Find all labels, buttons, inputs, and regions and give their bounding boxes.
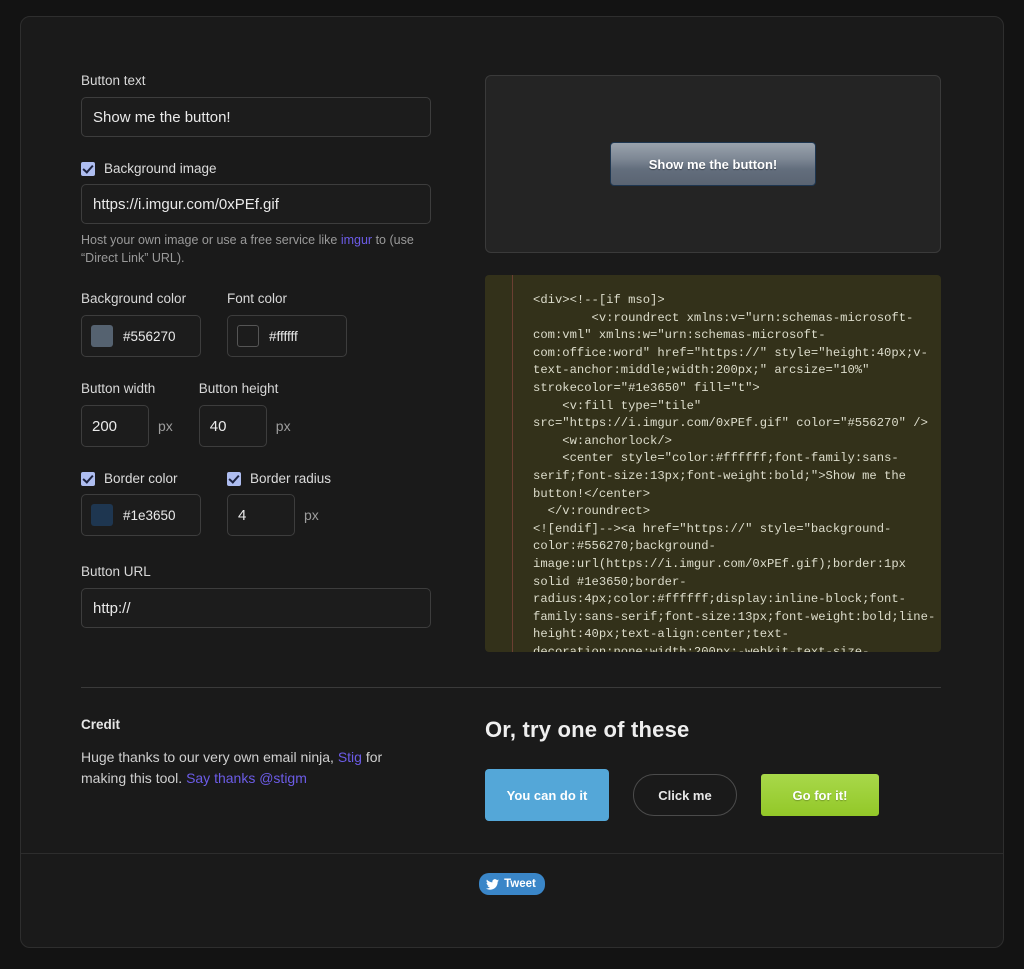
button-url-label: Button URL: [81, 564, 453, 580]
button-width-input[interactable]: 200: [81, 405, 149, 447]
example-button-go-for-it[interactable]: Go for it!: [761, 774, 879, 816]
button-height-input[interactable]: 40: [199, 405, 267, 447]
colors-row: Background color #556270 Font color #fff…: [81, 291, 453, 357]
try-these-title: Or, try one of these: [485, 717, 941, 743]
checkbox-checked-icon[interactable]: [81, 162, 95, 176]
font-color-swatch[interactable]: [237, 325, 259, 347]
background-image-checkbox-row[interactable]: Background image: [81, 161, 453, 176]
button-text-input[interactable]: Show me the button!: [81, 97, 431, 137]
button-settings-form: Button text Show me the button! Backgrou…: [81, 73, 453, 628]
tweet-footer: Tweet: [21, 873, 1003, 895]
border-row: Border color #1e3650 Border radius 4 px: [81, 471, 453, 536]
border-color-checkbox-row[interactable]: Border color: [81, 471, 201, 486]
border-radius-label: Border radius: [250, 471, 331, 486]
main-area: Button text Show me the button! Backgrou…: [21, 17, 1003, 947]
help-prefix: Host your own image or use a free servic…: [81, 233, 341, 247]
tweet-button[interactable]: Tweet: [479, 873, 545, 895]
app-window: Button text Show me the button! Backgrou…: [20, 16, 1004, 948]
background-color-input[interactable]: #556270: [81, 315, 201, 357]
button-text-label: Button text: [81, 73, 453, 89]
font-color-group: Font color #ffffff: [227, 291, 347, 357]
button-url-group: Button URL http://: [81, 564, 453, 628]
preview-button[interactable]: Show me the button!: [610, 142, 816, 186]
code-output-panel[interactable]: <div><!--[if mso]> <v:roundrect xmlns:v=…: [485, 275, 941, 652]
font-color-input[interactable]: #ffffff: [227, 315, 347, 357]
font-color-label: Font color: [227, 291, 347, 307]
font-color-value: #ffffff: [269, 329, 298, 344]
button-width-label: Button width: [81, 381, 173, 397]
checkbox-checked-icon[interactable]: [227, 472, 241, 486]
tweet-button-label: Tweet: [504, 878, 536, 890]
example-button-you-can-do-it[interactable]: You can do it: [485, 769, 609, 821]
credit-block: Credit Huge thanks to our very own email…: [81, 717, 411, 789]
background-image-label: Background image: [104, 161, 217, 176]
stig-link[interactable]: Stig: [338, 749, 362, 765]
border-color-value: #1e3650: [123, 508, 176, 523]
border-radius-field: 4 px: [227, 494, 331, 536]
credit-title: Credit: [81, 717, 411, 732]
button-url-input[interactable]: http://: [81, 588, 431, 628]
background-image-input[interactable]: https://i.imgur.com/0xPEf.gif: [81, 184, 431, 224]
credit-text-1: Huge thanks to our very own email ninja,: [81, 749, 338, 765]
code-output-text[interactable]: <div><!--[if mso]> <v:roundrect xmlns:v=…: [533, 292, 937, 652]
try-these-buttons: You can do it Click me Go for it!: [485, 769, 941, 821]
code-gutter-line: [512, 275, 513, 652]
checkbox-checked-icon[interactable]: [81, 472, 95, 486]
background-color-value: #556270: [123, 329, 176, 344]
border-color-input[interactable]: #1e3650: [81, 494, 201, 536]
credit-body: Huge thanks to our very own email ninja,…: [81, 747, 411, 789]
size-row: Button width 200 px Button height 40 px: [81, 381, 453, 447]
border-radius-input[interactable]: 4: [227, 494, 295, 536]
background-color-group: Background color #556270: [81, 291, 201, 357]
imgur-link[interactable]: imgur: [341, 233, 372, 247]
button-height-field: 40 px: [199, 405, 291, 447]
border-radius-checkbox-row[interactable]: Border radius: [227, 471, 331, 486]
footer-divider: [21, 853, 1003, 854]
background-image-group: Background image https://i.imgur.com/0xP…: [81, 161, 453, 267]
button-preview-panel: Show me the button!: [485, 75, 941, 253]
border-color-label: Border color: [104, 471, 178, 486]
try-these-block: Or, try one of these You can do it Click…: [485, 717, 941, 821]
border-radius-unit: px: [304, 507, 319, 523]
say-thanks-link[interactable]: Say thanks @stigm: [186, 770, 307, 786]
button-width-unit: px: [158, 418, 173, 434]
border-color-swatch[interactable]: [91, 504, 113, 526]
twitter-bird-icon: [486, 879, 499, 890]
border-color-group: Border color #1e3650: [81, 471, 201, 536]
background-image-help: Host your own image or use a free servic…: [81, 231, 421, 267]
background-color-label: Background color: [81, 291, 201, 307]
example-button-click-me[interactable]: Click me: [633, 774, 737, 816]
button-height-label: Button height: [199, 381, 291, 397]
button-height-group: Button height 40 px: [199, 381, 291, 447]
border-radius-group: Border radius 4 px: [227, 471, 331, 536]
button-width-field: 200 px: [81, 405, 173, 447]
background-color-swatch[interactable]: [91, 325, 113, 347]
button-width-group: Button width 200 px: [81, 381, 173, 447]
section-divider: [81, 687, 941, 688]
button-height-unit: px: [276, 418, 291, 434]
